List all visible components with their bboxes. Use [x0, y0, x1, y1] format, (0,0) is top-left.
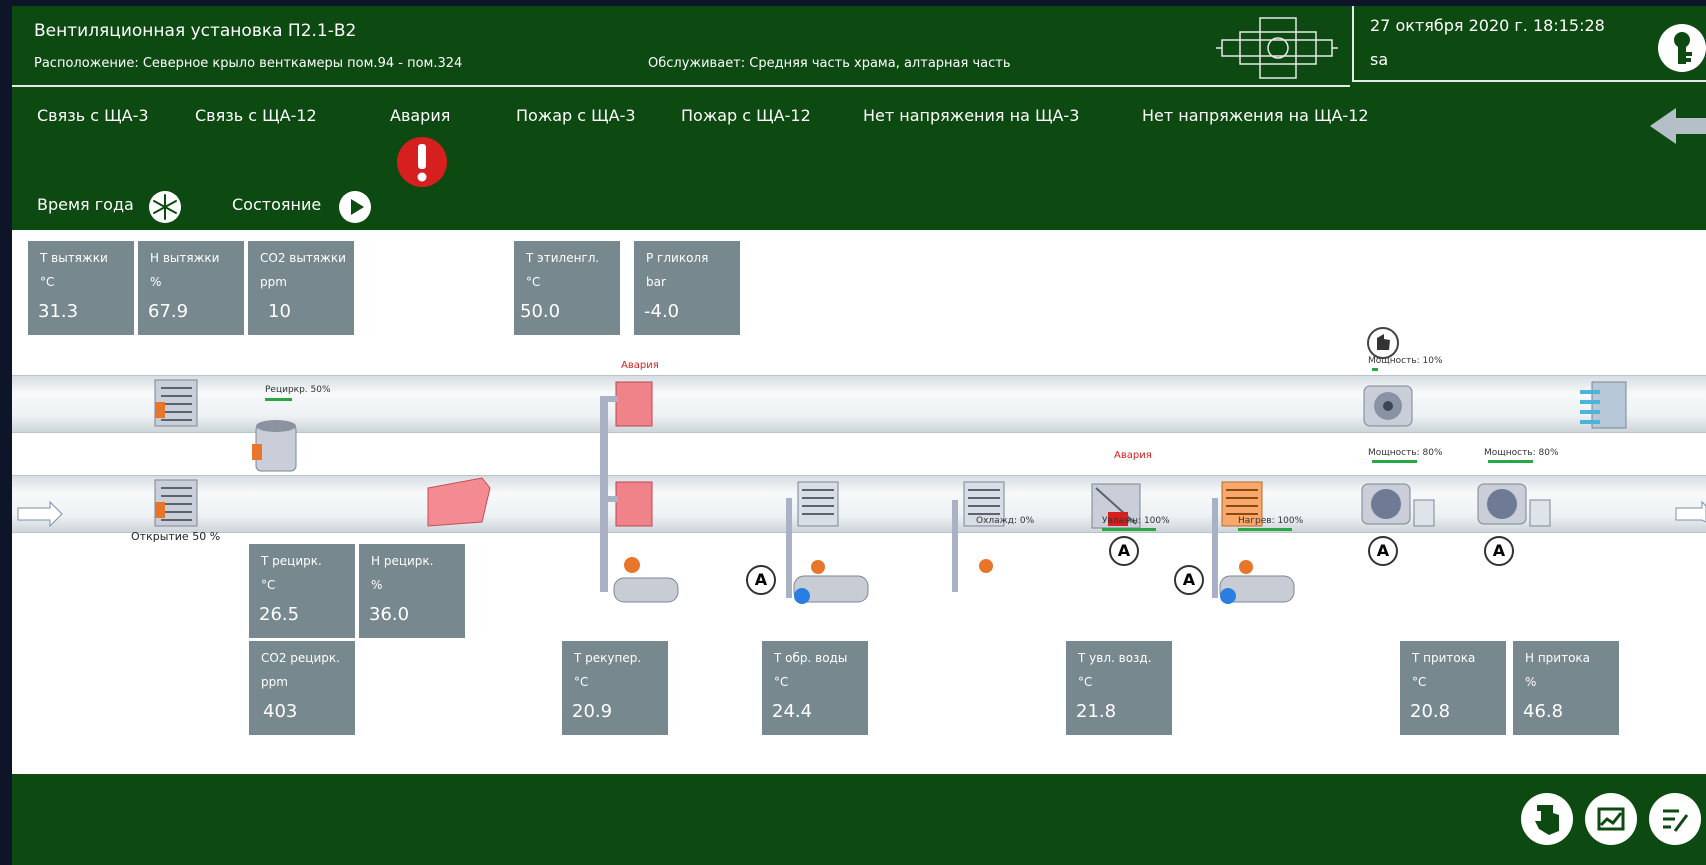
key-icon	[1674, 32, 1692, 64]
alarm-general: Авария	[390, 106, 451, 125]
recirc-level-label: Рециркр. 50%	[265, 385, 331, 395]
process-diagram: Т вытяжки °C 31.3 Н вытяжки% 67.9 CO2 вытяж…	[12, 230, 1706, 774]
auto-mode-button-heater[interactable]: A	[1174, 565, 1204, 595]
cooler-coil-icon	[952, 481, 1005, 592]
humid-level-label: Увлажн: 100%	[1102, 516, 1170, 526]
outlet-grille-icon	[1580, 381, 1627, 429]
snowflake-icon	[149, 191, 181, 223]
glycol-pump-icon	[613, 557, 679, 603]
building-plan-icon	[1216, 17, 1338, 79]
exhaust-recuperator-icon	[615, 381, 653, 427]
alarm-fire-shcha3: Пожар с ЩА-3	[516, 106, 636, 125]
exhaust-power-label: Мощность: 10%	[1368, 356, 1443, 366]
damper-opening-text: Открытие 50 %	[131, 530, 221, 543]
supply-fan-2-power-label: Мощность: 80%	[1484, 448, 1559, 458]
auto-mode-button-fan2[interactable]: A	[1484, 536, 1514, 566]
user-name: sa	[1370, 50, 1389, 69]
cooling-level-label: Охлажд: 0%	[976, 516, 1035, 526]
play-state-icon	[339, 191, 371, 223]
humidifier-alarm-text: Авария	[1114, 450, 1152, 461]
exhaust-power-bar	[1372, 368, 1378, 371]
heater-coil-icon	[1212, 481, 1295, 604]
login-key-button[interactable]	[1658, 24, 1706, 72]
manual-control-button[interactable]	[1521, 793, 1573, 845]
supply-recuperator-icon	[615, 481, 653, 527]
serves-text: Обслуживает: Средняя часть храма, алтарн…	[648, 56, 1011, 71]
auto-mode-button-humidifier[interactable]: A	[1109, 536, 1139, 566]
alarm-voltage-shcha3: Нет напряжения на ЩА-3	[863, 106, 1080, 125]
recirc-level-bar	[265, 398, 292, 401]
inlet-arrow-icon	[17, 500, 63, 528]
intake-damper-icon	[154, 479, 198, 527]
alarm-exclamation-icon	[397, 137, 447, 187]
alarm-link-shcha12: Связь с ЩА-12	[195, 106, 317, 125]
supply-fan-1-icon	[1361, 483, 1435, 527]
hand-mode-icon	[1367, 327, 1399, 359]
page-title: Вентиляционная установка П2.1-В2	[34, 21, 357, 41]
glycol-pipe	[600, 396, 608, 592]
supply-fan-2-power-bar	[1488, 460, 1533, 463]
trends-button[interactable]	[1585, 793, 1637, 845]
settings-edit-button[interactable]	[1649, 793, 1701, 845]
state-label: Состояние	[232, 195, 322, 214]
chart-icon	[1597, 807, 1625, 831]
season-label: Время года	[37, 195, 134, 214]
supply-fan-2-icon	[1477, 483, 1551, 527]
supply-fan-1-power-bar	[1372, 460, 1417, 463]
hand-pointer-icon	[1535, 805, 1559, 835]
datetime-text: 27 октября 2020 г. 18:15:28	[1370, 16, 1605, 35]
heating-level-label: Нагрев: 100%	[1238, 516, 1304, 526]
supply-fan-1-power-label: Мощность: 80%	[1368, 448, 1443, 458]
auto-mode-button-fan1[interactable]: A	[1368, 536, 1398, 566]
header-divider	[12, 85, 1350, 87]
outlet-arrow-icon	[1675, 500, 1706, 523]
edit-icon	[1663, 809, 1689, 832]
scada-window: Вентиляционная установка П2.1-В2 Располо…	[12, 6, 1706, 865]
location-text: Расположение: Северное крыло венткамеры …	[34, 56, 463, 71]
filter-icon	[427, 477, 491, 527]
recuperator-alarm-text: Авария	[621, 360, 659, 371]
recirc-damper-icon	[252, 420, 297, 472]
auto-mode-button-preheater[interactable]: A	[746, 565, 776, 595]
alarm-voltage-shcha12: Нет напряжения на ЩА-12	[1142, 106, 1369, 125]
exhaust-damper-icon	[154, 379, 198, 427]
exhaust-fan-icon	[1363, 385, 1413, 427]
equipment-graphics	[17, 327, 1706, 604]
alarm-fire-shcha12: Пожар с ЩА-12	[681, 106, 811, 125]
heating-level-bar	[1238, 528, 1292, 531]
preheater-coil-icon	[786, 481, 869, 604]
back-arrow-button[interactable]	[1650, 106, 1706, 146]
alarm-link-shcha3: Связь с ЩА-3	[37, 106, 149, 125]
datetime-panel: 27 октября 2020 г. 18:15:28 sa	[1352, 6, 1706, 82]
humid-level-bar	[1102, 528, 1156, 531]
